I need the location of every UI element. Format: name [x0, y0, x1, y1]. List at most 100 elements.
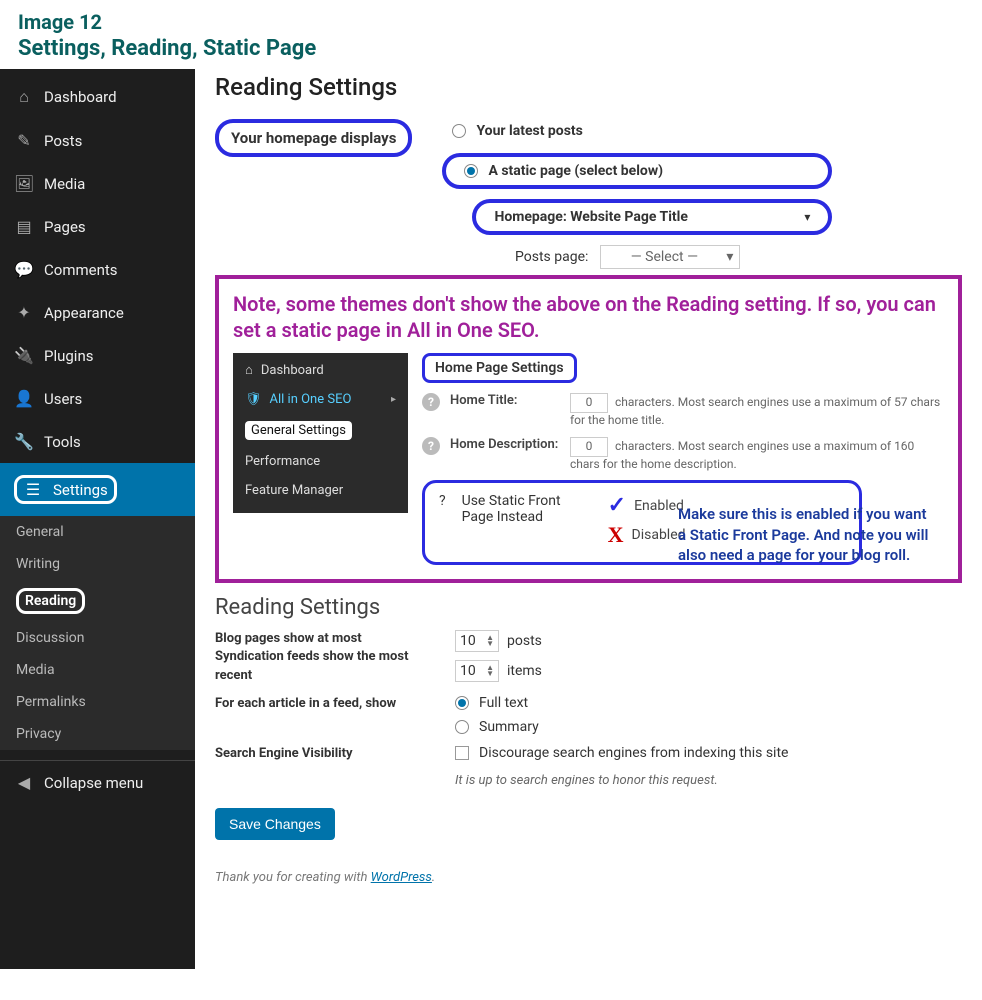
- sidebar-label: Dashboard: [44, 88, 117, 106]
- sidebar-label: Pages: [44, 218, 86, 236]
- sidebar-label: Plugins: [44, 347, 93, 365]
- page-title: Reading Settings: [215, 73, 962, 101]
- sub-reading[interactable]: Reading: [0, 580, 195, 622]
- help-icon[interactable]: ?: [439, 493, 446, 509]
- feed-label: For each article in a feed, show: [215, 695, 435, 713]
- settings-icon: ☰: [23, 480, 43, 499]
- save-changes-button[interactable]: Save Changes: [215, 808, 335, 840]
- home-title-desc: characters. Most search engines use a ma…: [570, 395, 940, 427]
- x-icon: X: [608, 522, 624, 548]
- checkbox-icon[interactable]: [455, 746, 469, 760]
- sidebar-item-comments[interactable]: 💬 Comments: [0, 248, 195, 291]
- sidebar-item-users[interactable]: 👤 Users: [0, 377, 195, 420]
- help-icon[interactable]: ?: [422, 393, 440, 411]
- blog-pages-label: Blog pages show at most: [215, 630, 435, 648]
- help-icon[interactable]: ?: [422, 437, 440, 455]
- footer-credit: Thank you for creating with WordPress.: [215, 870, 962, 885]
- mini-aioseo[interactable]: 🛡 All in One SEO ▸: [233, 385, 408, 414]
- radio-icon: [452, 124, 466, 138]
- homepage-select[interactable]: Homepage: Website Page Title ▾: [472, 199, 832, 235]
- comments-icon: 💬: [14, 260, 34, 279]
- sidebar-item-settings[interactable]: ☰ Settings: [0, 463, 195, 516]
- search-visibility-label: Search Engine Visibility: [215, 745, 435, 763]
- syndication-label: Syndication feeds show the most recent: [215, 648, 435, 684]
- mini-label: General Settings: [245, 421, 352, 440]
- sidebar-label: Tools: [44, 433, 81, 451]
- aioseo-mini-sidebar: ⌂ Dashboard 🛡 All in One SEO ▸ General S…: [233, 353, 408, 513]
- sub-privacy[interactable]: Privacy: [0, 718, 195, 750]
- sidebar-item-media[interactable]: 🖼 Media: [0, 162, 195, 205]
- search-engine-hint: It is up to search engines to honor this…: [455, 773, 788, 788]
- mini-feature-manager[interactable]: Feature Manager: [233, 476, 408, 505]
- posts-page-select[interactable]: — Select — ▾: [600, 245, 740, 269]
- sidebar-label: Media: [44, 175, 85, 193]
- select-caret-icon: ▾: [804, 210, 810, 224]
- posts-page-select-value: — Select —: [631, 249, 698, 265]
- mini-general-settings[interactable]: General Settings: [233, 414, 408, 447]
- mini-dashboard[interactable]: ⌂ Dashboard: [233, 355, 408, 385]
- stepper-down-icon[interactable]: ▼: [486, 671, 494, 677]
- radio-label: Summary: [479, 719, 539, 735]
- sidebar-item-appearance[interactable]: ✦ Appearance: [0, 291, 195, 334]
- blog-pages-input[interactable]: 10 ▲▼: [455, 630, 499, 652]
- sidebar-item-tools[interactable]: 🔧 Tools: [0, 420, 195, 463]
- dashboard-icon: ⌂: [14, 87, 34, 107]
- note-text: Note, some themes don't show the above o…: [233, 291, 944, 343]
- sub-general[interactable]: General: [0, 516, 195, 548]
- sidebar-item-plugins[interactable]: 🔌 Plugins: [0, 334, 195, 377]
- radio-disabled[interactable]: X Disabled: [608, 522, 686, 548]
- sidebar-item-posts[interactable]: ✎ Posts: [0, 119, 195, 162]
- home-page-settings-title: Home Page Settings: [422, 353, 577, 383]
- wordpress-link[interactable]: WordPress: [371, 870, 432, 885]
- radio-label: A static page (select below): [488, 163, 663, 179]
- radio-enabled[interactable]: ✓ Enabled: [608, 493, 686, 518]
- discourage-checkbox-row[interactable]: Discourage search engines from indexing …: [455, 745, 788, 761]
- mini-label: All in One SEO: [270, 392, 352, 407]
- mini-label: Dashboard: [261, 363, 324, 378]
- media-icon: 🖼: [14, 174, 34, 193]
- tools-icon: 🔧: [14, 432, 34, 451]
- footer-suffix: .: [432, 870, 435, 885]
- sub-media[interactable]: Media: [0, 654, 195, 686]
- radio-icon-checked: [455, 696, 469, 710]
- blog-unit: posts: [507, 633, 542, 649]
- mini-performance[interactable]: Performance: [233, 447, 408, 476]
- reading-settings-heading-2: Reading Settings: [215, 595, 962, 620]
- sidebar-label: Posts: [44, 132, 82, 150]
- sub-permalinks[interactable]: Permalinks: [0, 686, 195, 718]
- homepage-select-value: Homepage: Website Page Title: [494, 209, 687, 225]
- collapse-label: Collapse menu: [44, 774, 143, 792]
- home-desc-count: 0: [570, 437, 608, 457]
- radio-latest-posts[interactable]: Your latest posts: [442, 119, 962, 143]
- sub-writing[interactable]: Writing: [0, 548, 195, 580]
- annotation-note-box: Note, some themes don't show the above o…: [215, 275, 962, 583]
- homepage-displays-label: Your homepage displays: [231, 129, 396, 147]
- sidebar-item-dashboard[interactable]: ⌂ Dashboard: [0, 75, 195, 119]
- stepper-down-icon[interactable]: ▼: [486, 641, 494, 647]
- sidebar-label: Settings: [53, 481, 108, 499]
- radio-static-page[interactable]: A static page (select below): [442, 153, 832, 189]
- settings-submenu: General Writing Reading Discussion Media…: [0, 516, 195, 750]
- checkmark-icon: ✓: [608, 493, 626, 518]
- admin-sidebar: ⌂ Dashboard ✎ Posts 🖼 Media ▤ Pages 💬 Co…: [0, 69, 195, 969]
- blog-pages-value: 10: [460, 633, 476, 649]
- home-title-count: 0: [570, 393, 608, 413]
- appearance-icon: ✦: [14, 303, 34, 322]
- collapse-icon: ◀: [14, 773, 34, 792]
- posts-page-label: Posts page:: [515, 249, 588, 265]
- sidebar-item-pages[interactable]: ▤ Pages: [0, 205, 195, 248]
- radio-full-text[interactable]: Full text: [455, 695, 539, 711]
- radio-label: Your latest posts: [476, 123, 582, 139]
- collapse-menu[interactable]: ◀ Collapse menu: [0, 760, 195, 804]
- radio-icon: [455, 720, 469, 734]
- radio-summary[interactable]: Summary: [455, 719, 539, 735]
- syndication-input[interactable]: 10 ▲▼: [455, 660, 499, 682]
- sidebar-label: Comments: [44, 261, 118, 279]
- sub-discussion[interactable]: Discussion: [0, 622, 195, 654]
- synd-unit: items: [507, 663, 542, 679]
- opt-enabled-label: Enabled: [634, 498, 684, 514]
- chevron-right-icon: ▸: [391, 394, 396, 405]
- dashboard-icon: ⌂: [245, 362, 253, 378]
- select-caret-icon: ▾: [726, 249, 733, 265]
- footer-text: Thank you for creating with: [215, 870, 371, 885]
